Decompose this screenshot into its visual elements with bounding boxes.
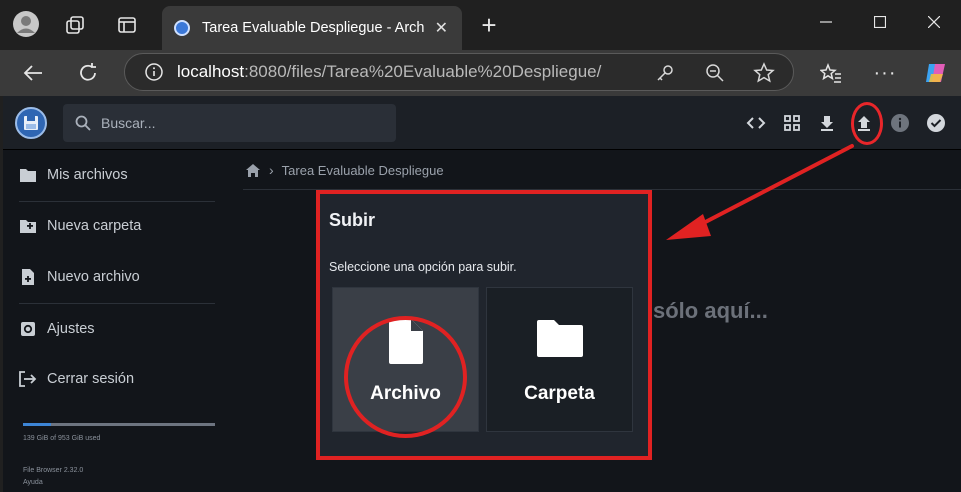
storage-usage-bar	[23, 423, 215, 426]
logout-icon	[19, 370, 37, 388]
minimize-icon[interactable]	[799, 0, 853, 44]
download-icon[interactable]	[814, 110, 840, 136]
upload-highlight-circle	[851, 102, 883, 145]
breadcrumb: › Tarea Evaluable Despliegue	[245, 162, 444, 178]
profile-avatar-icon[interactable]	[12, 10, 40, 38]
search-icon	[75, 115, 91, 131]
sidebar-item-label: Cerrar sesión	[47, 371, 135, 387]
archivo-highlight-circle	[344, 316, 467, 438]
site-info-icon[interactable]	[145, 63, 163, 81]
app-header: Buscar...	[3, 96, 961, 150]
dialog-subtitle: Seleccione una opción para subir.	[329, 260, 517, 274]
new-tab-icon[interactable]: +	[476, 10, 502, 40]
folder-icon	[19, 166, 37, 184]
info-icon[interactable]	[887, 110, 913, 136]
home-icon[interactable]	[245, 163, 261, 178]
address-bar[interactable]: localhost:8080/files/Tarea%20Evaluable%2…	[124, 53, 794, 91]
maximize-icon[interactable]	[853, 0, 907, 44]
browser-titlebar: Tarea Evaluable Despliegue - Archivos ✕ …	[0, 0, 961, 50]
dialog-title: Subir	[329, 210, 376, 230]
sidebar-item-nueva-carpeta[interactable]: Nueva carpeta	[3, 201, 215, 251]
search-placeholder: Buscar...	[101, 115, 156, 131]
copilot-icon[interactable]	[922, 59, 950, 87]
sidebar-item-mis-archivos[interactable]: Mis archivos	[3, 150, 215, 200]
folder-icon	[536, 318, 584, 363]
file-browser-logo-icon[interactable]	[15, 107, 47, 139]
check-circle-icon[interactable]	[923, 110, 949, 136]
sidebar-item-label: Mis archivos	[47, 167, 128, 183]
file-plus-icon	[19, 268, 37, 286]
browser-tab[interactable]: Tarea Evaluable Despliegue - Archivos ✕	[162, 6, 462, 50]
back-icon[interactable]	[20, 60, 46, 86]
sidebar-item-cerrar-sesion[interactable]: Cerrar sesión	[3, 354, 215, 404]
favicon-icon	[174, 20, 190, 36]
browser-toolbar: localhost:8080/files/Tarea%20Evaluable%2…	[0, 50, 961, 96]
sidebar: Mis archivos Nueva carpeta Nuevo archivo…	[3, 150, 215, 492]
tab-actions-icon[interactable]	[114, 12, 140, 38]
favorite-star-icon[interactable]	[753, 62, 775, 84]
workspaces-icon[interactable]	[62, 12, 88, 38]
upload-folder-label: Carpeta	[524, 383, 595, 404]
sidebar-item-ajustes[interactable]: Ajustes	[3, 304, 215, 354]
reload-icon[interactable]	[75, 60, 101, 86]
storage-usage-text: 139 GiB of 953 GiB used	[23, 435, 101, 442]
sidebar-item-label: Nuevo archivo	[47, 269, 140, 285]
drop-hint-text: sólo aquí...	[653, 298, 768, 323]
more-menu-icon[interactable]: ···	[872, 60, 898, 86]
sidebar-item-label: Ajustes	[47, 321, 95, 337]
password-key-icon[interactable]	[655, 63, 675, 83]
window-controls	[799, 0, 961, 44]
settings-icon	[19, 320, 37, 338]
storage-usage-fill	[23, 423, 52, 426]
sidebar-item-label: Nueva carpeta	[47, 218, 142, 234]
breadcrumb-folder[interactable]: Tarea Evaluable Despliegue	[282, 163, 444, 178]
upload-folder-button[interactable]: Carpeta	[486, 287, 633, 432]
help-link[interactable]: Ayuda	[23, 479, 43, 486]
version-text: File Browser 2.32.0	[23, 467, 84, 474]
url-text: localhost:8080/files/Tarea%20Evaluable%2…	[177, 62, 602, 81]
favorites-list-icon[interactable]	[818, 60, 844, 86]
code-icon[interactable]	[743, 110, 769, 136]
close-tab-icon[interactable]: ✕	[435, 18, 448, 38]
chevron-right-icon: ›	[269, 162, 274, 178]
zoom-out-icon[interactable]	[705, 63, 725, 83]
folder-plus-icon	[19, 217, 37, 235]
close-window-icon[interactable]	[907, 0, 961, 44]
sidebar-item-nuevo-archivo[interactable]: Nuevo archivo	[3, 252, 215, 302]
grid-view-icon[interactable]	[779, 110, 805, 136]
tab-title: Tarea Evaluable Despliegue - Archivos	[202, 20, 424, 36]
search-input[interactable]: Buscar...	[63, 104, 396, 142]
